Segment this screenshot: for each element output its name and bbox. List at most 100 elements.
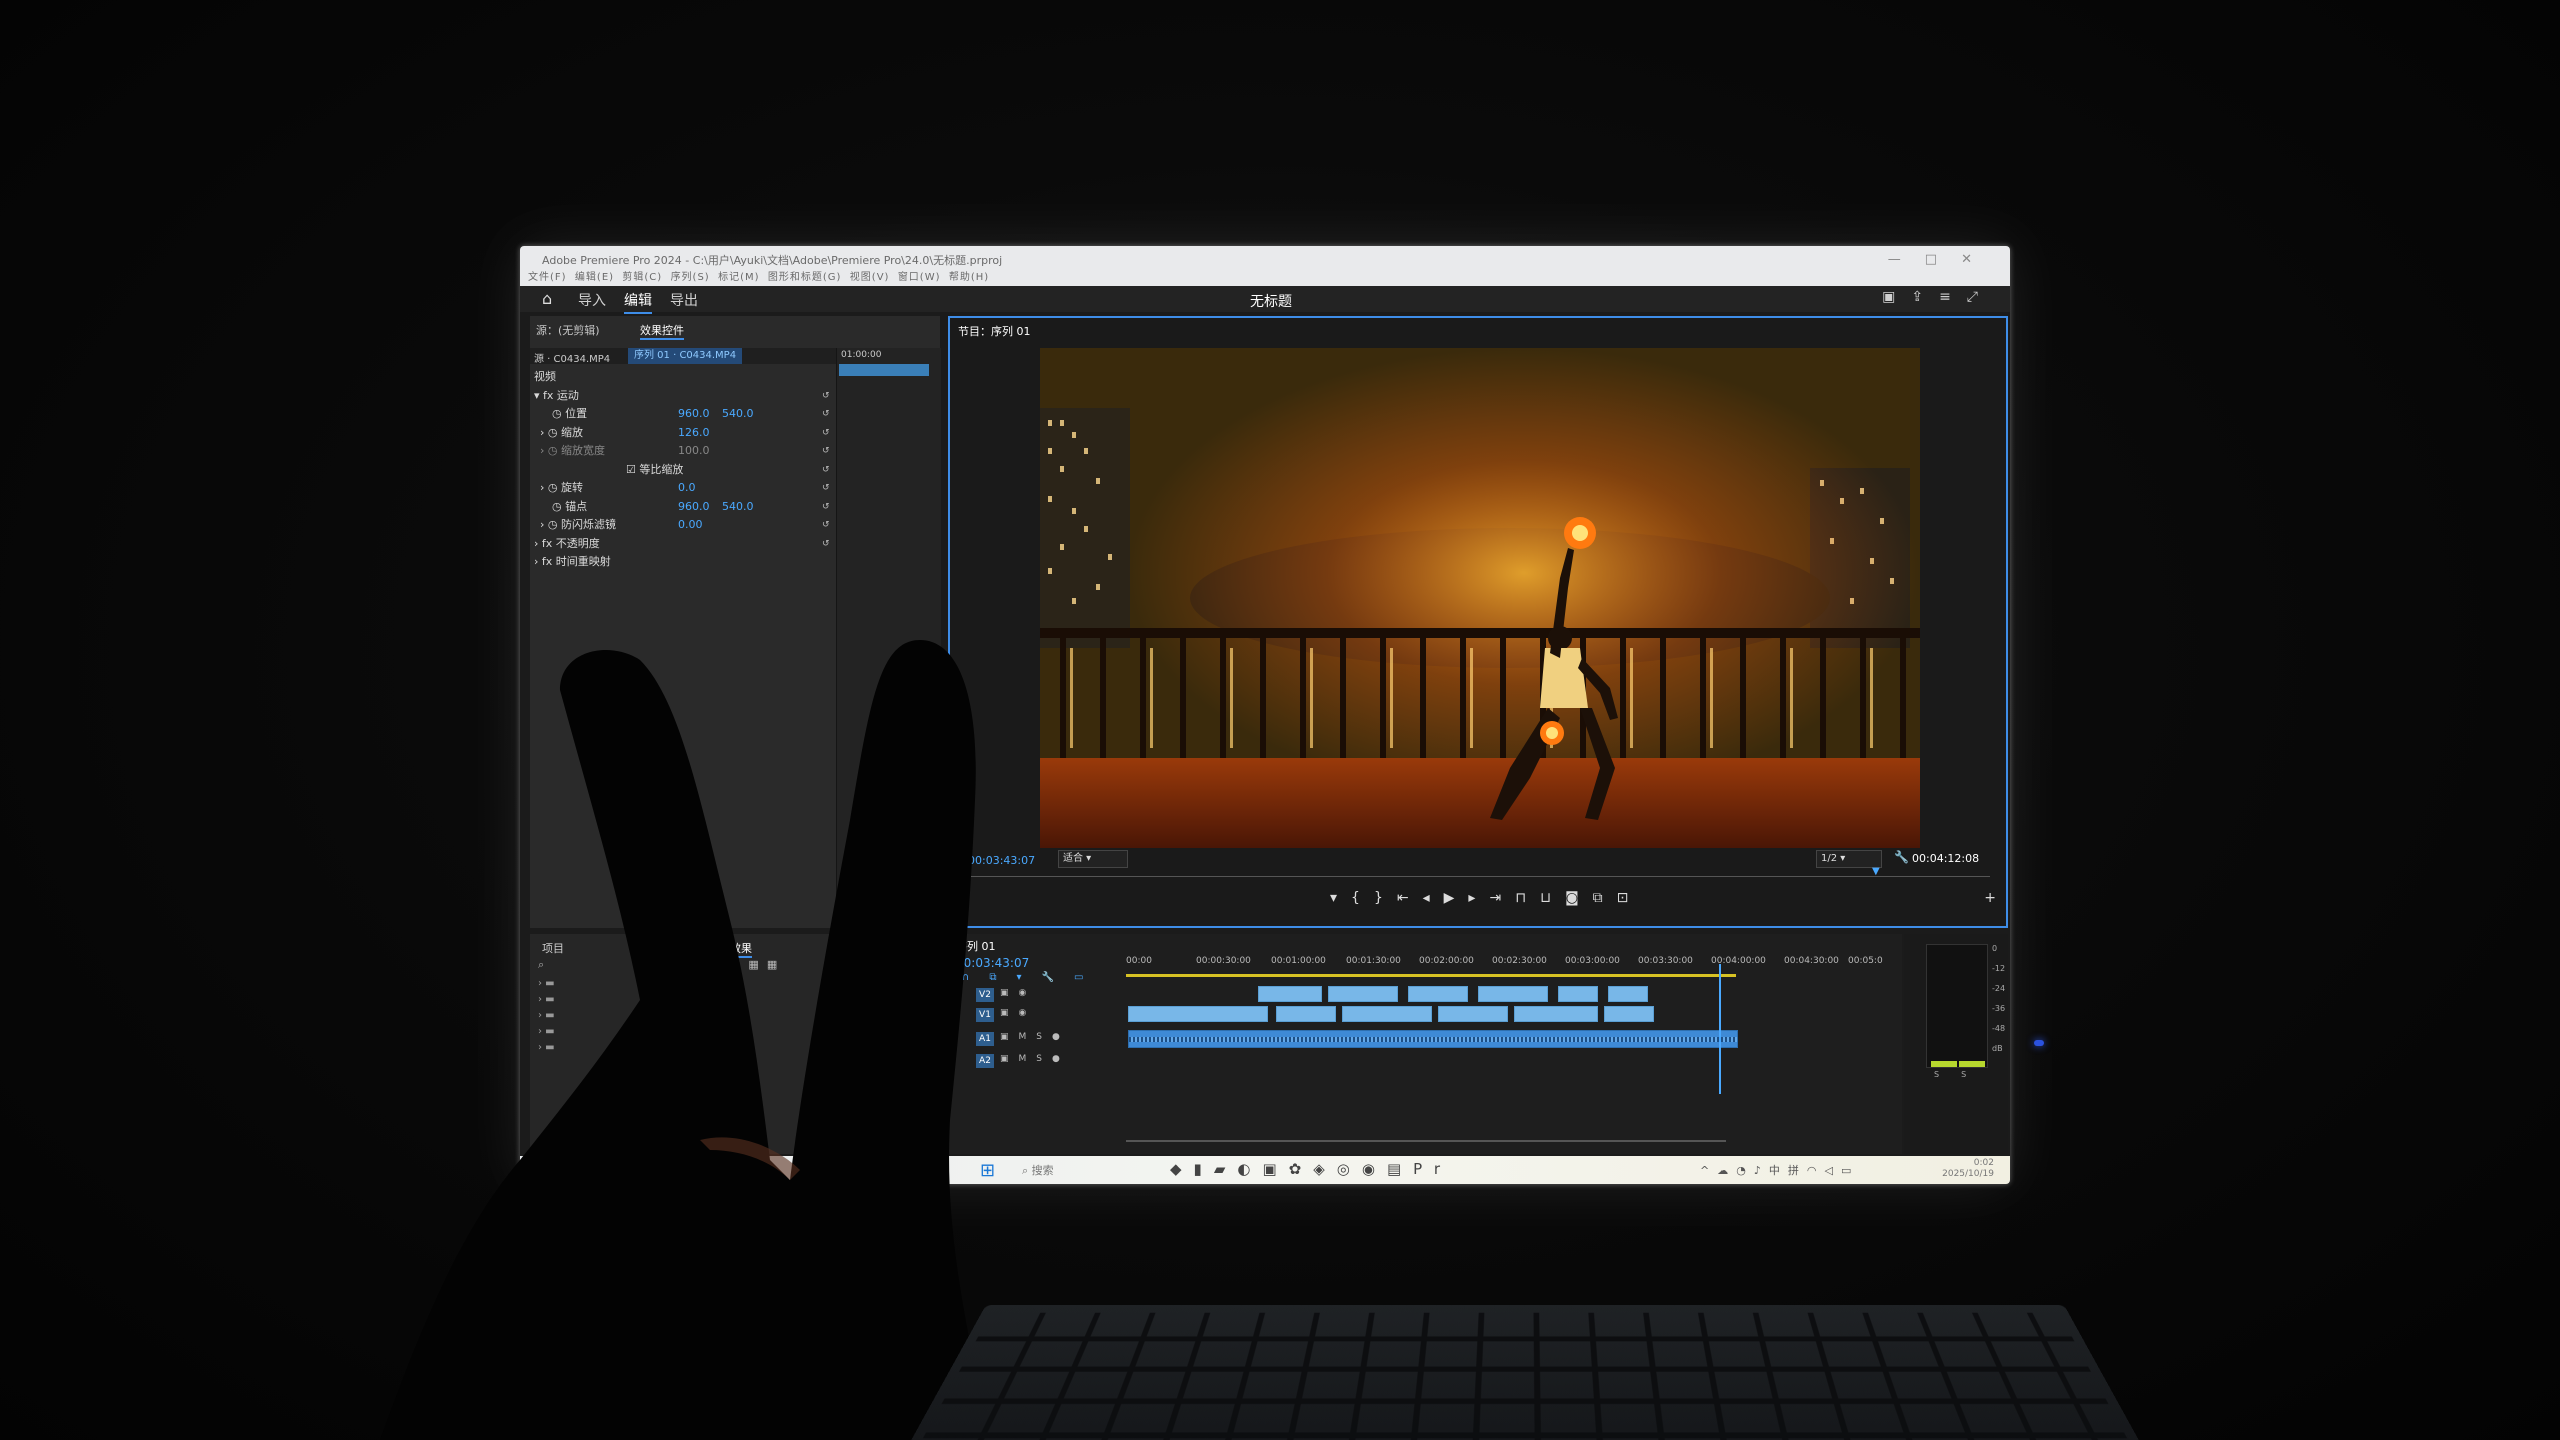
timeline-clip[interactable] [1328, 986, 1398, 1002]
app-icon[interactable]: ◆ [1170, 1160, 1194, 1178]
menu-item-sequence[interactable]: 序列(S) [671, 272, 710, 283]
start-icon[interactable]: ⊞ [980, 1160, 995, 1181]
current-timecode[interactable]: 00:03:43:07 [968, 854, 1035, 867]
app-icon[interactable]: ◈ [1313, 1160, 1337, 1178]
sync-lock-icon[interactable]: ▣ [1000, 1008, 1019, 1018]
timeline-clip[interactable] [1128, 1006, 1268, 1022]
settings-wrench-icon[interactable]: 🔧 [1042, 972, 1074, 983]
bin-folder-icon[interactable]: › ▬ [538, 994, 555, 1005]
timeline-scrollbar[interactable] [1126, 1140, 1726, 1142]
anti-flicker-value[interactable]: 0.00 [678, 516, 703, 535]
volume-icon[interactable]: ◁ [1824, 1164, 1840, 1177]
timeline-clip[interactable] [1558, 986, 1598, 1002]
go-to-out-icon[interactable]: ⇥ [1489, 890, 1515, 906]
sequence-clip-label[interactable]: 序列 01 · C0434.MP4 [628, 348, 743, 364]
reset-icon[interactable]: ↺ [822, 516, 830, 535]
delete-icon[interactable]: ▦ [767, 958, 785, 971]
menu-item-view[interactable]: 视图(V) [850, 272, 890, 283]
scale-value[interactable]: 126.0 [678, 424, 710, 443]
reset-icon[interactable]: ↺ [822, 424, 830, 443]
reset-icon[interactable]: ↺ [822, 442, 830, 461]
timeline-timecode[interactable]: 00:03:43:07 [956, 956, 1029, 970]
cloud-icon[interactable]: ☁ [1717, 1164, 1736, 1177]
fit-dropdown[interactable]: 适合 ▾ [1058, 850, 1128, 868]
effects-tab[interactable]: 效果 [730, 940, 752, 958]
search-icon[interactable]: ⌕ [538, 958, 544, 972]
timeline-clip[interactable] [1608, 986, 1648, 1002]
timeline-clip[interactable] [1408, 986, 1468, 1002]
app-icon[interactable]: ✿ [1289, 1160, 1314, 1178]
battery-icon[interactable]: ▭ [1841, 1164, 1859, 1177]
chrome-icon[interactable]: ◉ [1362, 1160, 1387, 1178]
nvidia-icon[interactable]: ▤ [1387, 1160, 1413, 1178]
steam-icon[interactable]: ◎ [1337, 1160, 1362, 1178]
taskbar-search[interactable]: ⌕ 搜索 [1022, 1162, 1054, 1178]
reset-icon[interactable]: ↺ [822, 461, 830, 480]
reset-icon[interactable]: ↺ [822, 387, 830, 406]
maximize-button[interactable]: □ [1925, 252, 1961, 267]
add-marker-icon[interactable]: ▾ [1016, 972, 1041, 983]
work-area-bar[interactable] [1126, 974, 1736, 977]
tab-edit[interactable]: 编辑 [624, 290, 652, 314]
timeline-clip[interactable] [1342, 1006, 1432, 1022]
track-name[interactable]: V1 [976, 1008, 994, 1022]
track-name[interactable]: A1 [976, 1032, 994, 1046]
compare-view-icon[interactable]: ⧉ [1593, 890, 1617, 906]
premiere-icon[interactable]: Pr [1413, 1160, 1452, 1178]
solo-left-button[interactable]: S [1934, 1070, 1961, 1079]
timeline-clip[interactable] [1604, 1006, 1654, 1022]
menu-item-graphics[interactable]: 图形和标题(G) [768, 272, 842, 283]
wifi-icon[interactable]: ◠ [1807, 1164, 1825, 1177]
tray-chevron-icon[interactable]: ^ [1700, 1164, 1717, 1177]
timeline-clip[interactable] [1514, 1006, 1598, 1022]
reset-icon[interactable]: ↺ [822, 535, 830, 554]
effect-controls-tab[interactable]: 效果控件 [640, 322, 684, 340]
bin-folder-icon[interactable]: › ▬ [538, 978, 555, 989]
position-x-value[interactable]: 960.0 [678, 405, 710, 424]
bin-folder-icon[interactable]: › ▬ [538, 1026, 555, 1037]
menu-item-marker[interactable]: 标记(M) [718, 272, 759, 283]
uniform-scale-checkbox[interactable]: ☑ 等比缩放 [626, 461, 683, 480]
tab-import[interactable]: 导入 [578, 290, 606, 310]
timeline-playhead[interactable] [1718, 964, 1721, 1094]
effect-row-motion[interactable]: ▾ fx 运动 ↺ [530, 387, 836, 406]
mic-icon[interactable]: ● [1052, 1032, 1070, 1042]
reset-icon[interactable]: ↺ [822, 405, 830, 424]
file-explorer-icon[interactable]: ▰ [1214, 1160, 1238, 1178]
timeline-clip[interactable] [1438, 1006, 1508, 1022]
anchor-x-value[interactable]: 960.0 [678, 498, 710, 517]
mute-icon[interactable]: M [1019, 1054, 1037, 1064]
button-editor-icon[interactable]: + [1984, 890, 1996, 906]
edge-icon[interactable]: ◐ [1237, 1160, 1262, 1178]
new-item-icon[interactable]: ▦ [748, 958, 766, 971]
add-marker-icon[interactable]: ▾ [1330, 890, 1351, 906]
menu-item-clip[interactable]: 剪辑(C) [622, 272, 662, 283]
store-icon[interactable]: ▣ [1262, 1160, 1288, 1178]
solo-icon[interactable]: S [1036, 1032, 1052, 1042]
captions-icon[interactable]: ▭ [1074, 972, 1103, 983]
close-button[interactable]: ✕ [1961, 252, 1996, 267]
timeline-clip[interactable] [1258, 986, 1322, 1002]
solo-icon[interactable]: S [1036, 1054, 1052, 1064]
workspaces-menu-icon[interactable]: ≡ [1939, 289, 1967, 305]
source-monitor-tab[interactable]: 源：(无剪辑) [536, 322, 600, 338]
rotation-value[interactable]: 0.0 [678, 479, 696, 498]
anchor-y-value[interactable]: 540.0 [722, 498, 754, 517]
eye-icon[interactable]: ◉ [1019, 1008, 1037, 1018]
solo-right-button[interactable]: S [1961, 1070, 1988, 1079]
home-icon[interactable]: ⌂ [542, 289, 552, 308]
ime-mode-icon[interactable]: 拼 [1788, 1164, 1807, 1177]
menu-item-edit[interactable]: 编辑(E) [575, 272, 614, 283]
lift-icon[interactable]: ⊓ [1515, 890, 1540, 906]
mic-icon[interactable]: ● [1052, 1054, 1070, 1064]
safe-margins-icon[interactable]: ⊡ [1617, 890, 1643, 906]
position-y-value[interactable]: 540.0 [722, 405, 754, 424]
export-frame-icon[interactable]: ◙ [1565, 890, 1593, 906]
sync-lock-icon[interactable]: ▣ [1000, 1032, 1019, 1042]
sync-lock-icon[interactable]: ▣ [1000, 988, 1019, 998]
app-tray-icon[interactable]: ◔ [1736, 1164, 1754, 1177]
fullscreen-icon[interactable]: ⤢ [1967, 289, 1994, 305]
monitor-playhead-icon[interactable]: ▼ [1872, 866, 1880, 877]
source-clip-dropdown[interactable]: 源 · C0434.MP4 [534, 350, 610, 365]
go-to-in-icon[interactable]: ⇤ [1397, 890, 1423, 906]
